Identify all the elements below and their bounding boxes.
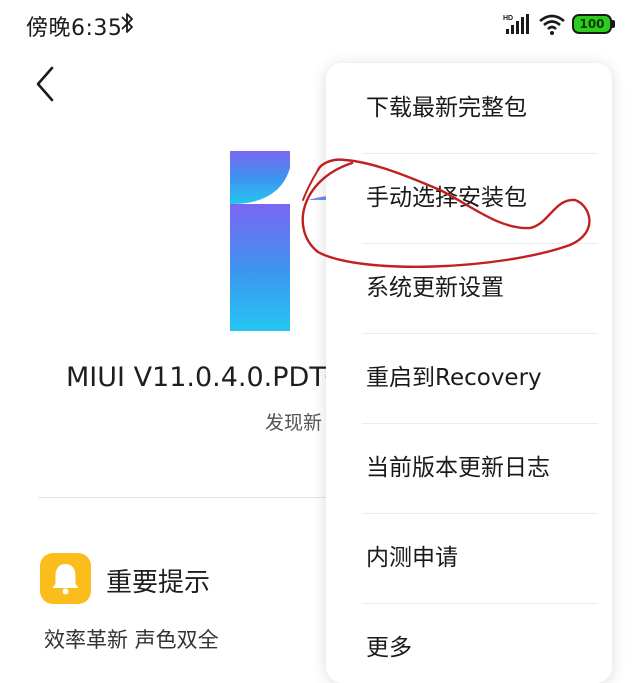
battery-icon: 100 xyxy=(572,14,612,34)
version-text: MIUI V11.0.4.0.PDTC xyxy=(66,362,344,393)
menu-item-download-full-package[interactable]: 下载最新完整包 xyxy=(326,63,612,153)
bluetooth-icon xyxy=(121,13,133,33)
chevron-left-icon[interactable] xyxy=(30,62,64,106)
status-time: 傍晚6:35 xyxy=(26,16,123,41)
update-status-text: 发现新 xyxy=(265,412,323,434)
menu-item-manual-select-package[interactable]: 手动选择安装包 xyxy=(326,153,612,243)
menu-item-update-settings[interactable]: 系统更新设置 xyxy=(326,243,612,333)
overflow-menu: 下载最新完整包 手动选择安装包 系统更新设置 重启到Recovery 当前版本更… xyxy=(326,63,612,683)
svg-text:HD: HD xyxy=(503,15,513,22)
status-bar: 傍晚6:35 HD 100 xyxy=(0,0,636,52)
menu-item-reboot-recovery[interactable]: 重启到Recovery xyxy=(326,333,612,423)
menu-item-beta-apply[interactable]: 内测申请 xyxy=(326,513,612,603)
battery-nub xyxy=(612,20,615,28)
menu-item-more[interactable]: 更多 xyxy=(326,603,612,683)
menu-item-changelog[interactable]: 当前版本更新日志 xyxy=(326,423,612,513)
bell-icon xyxy=(40,553,91,604)
notice-title: 重要提示 xyxy=(106,568,211,598)
signal-icon: HD xyxy=(503,14,529,34)
content-divider xyxy=(38,497,338,498)
miui-logo xyxy=(230,151,328,331)
wifi-icon xyxy=(539,14,565,35)
